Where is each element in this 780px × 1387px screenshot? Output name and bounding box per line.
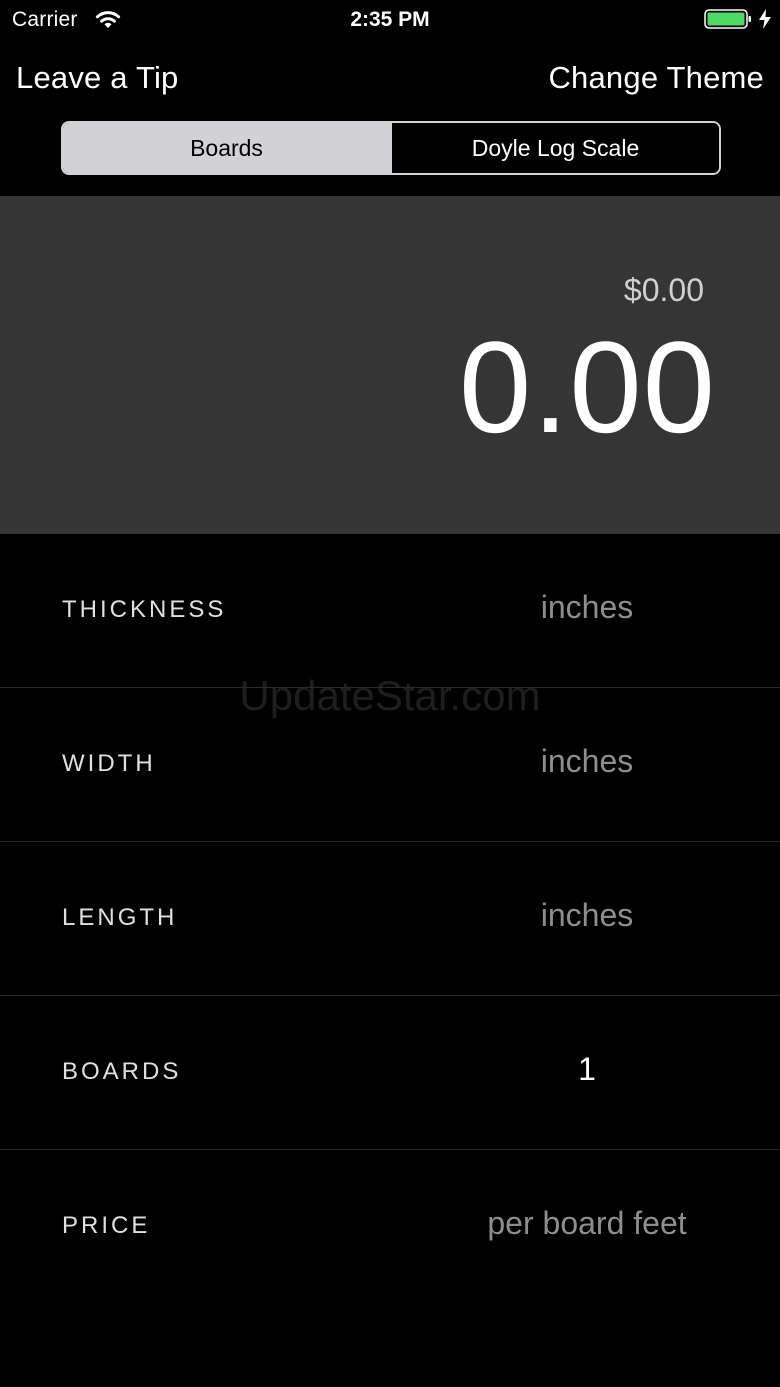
price-row: PRICE [0,1150,780,1303]
width-label: WIDTH [62,750,156,777]
battery-icon [704,9,751,29]
total-cost: $0.00 [623,272,704,308]
price-input[interactable] [390,1204,780,1243]
leave-tip-button[interactable]: Leave a Tip [16,60,178,96]
charging-bolt-icon [759,9,771,29]
mode-segmented-control: Boards Doyle Log Scale [61,121,721,175]
clock-time: 2:35 PM [350,8,430,31]
segment-doyle-log-scale[interactable]: Doyle Log Scale [390,123,719,173]
status-bar: Carrier 2:35 PM [0,0,780,40]
boards-label: BOARDS [62,1058,182,1085]
thickness-row: THICKNESS [0,534,780,688]
input-rows: THICKNESS WIDTH LENGTH BOARDS PRICE [0,534,780,1303]
board-feet-result: 0.00 [458,314,716,460]
length-input[interactable] [390,896,780,935]
segment-boards[interactable]: Boards [63,123,390,173]
length-label: LENGTH [62,904,178,931]
width-row: WIDTH [0,688,780,842]
length-row: LENGTH [0,842,780,996]
boards-input[interactable] [390,1050,780,1089]
boards-row: BOARDS [0,996,780,1150]
thickness-label: THICKNESS [62,596,227,623]
result-panel: $0.00 0.00 [0,196,780,534]
change-theme-button[interactable]: Change Theme [548,60,764,96]
width-input[interactable] [390,742,780,781]
price-label: PRICE [62,1212,151,1239]
thickness-input[interactable] [390,588,780,627]
